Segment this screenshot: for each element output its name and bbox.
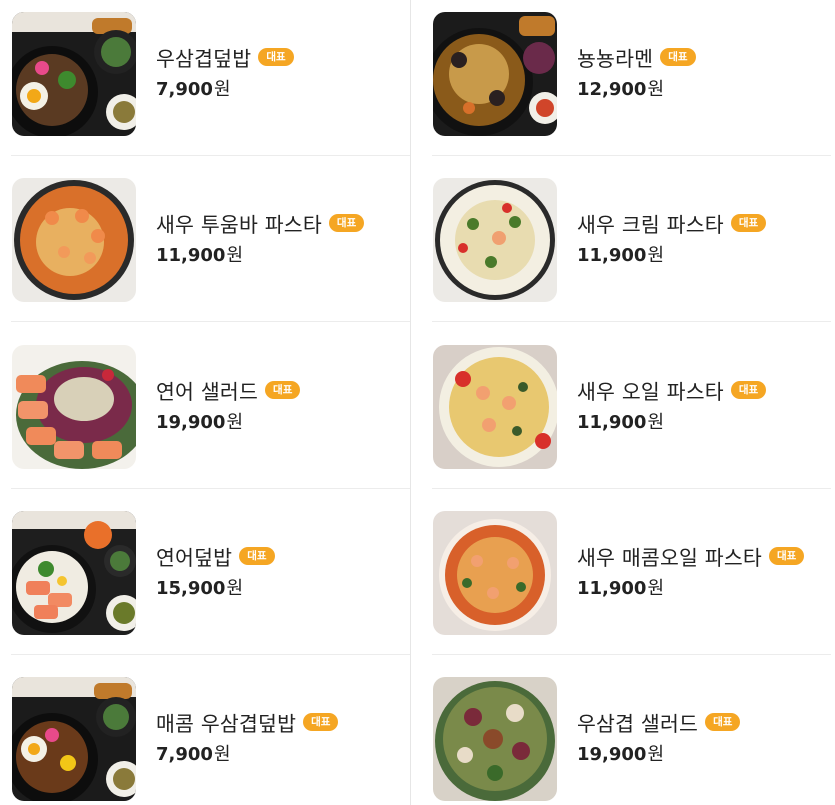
row-divider [432,488,831,489]
signature-badge: 대표 [730,214,767,232]
signature-badge: 대표 [328,214,365,232]
menu-item-name: 새우 크림 파스타 [577,213,724,237]
menu-item-price: 7,900원 [156,74,410,106]
row-divider [11,155,410,156]
menu-item-name: 새우 투움바 파스타 [156,213,322,237]
row-divider [11,654,410,655]
price-value: 19,900 [156,412,226,433]
menu-item[interactable]: 우삼겹 샐러드 대표 19,900원 [421,665,831,805]
menu-item-name: 매콤 우삼겹덮밥 [156,712,297,736]
menu-item[interactable]: 매콤 우삼겹덮밥 대표 7,900원 [0,665,410,805]
menu-item-price: 11,900원 [577,407,831,439]
menu-item-name: 새우 오일 파스타 [577,380,724,404]
row-divider [432,155,831,156]
menu-item-name: 뇽뇽라멘 [577,47,654,71]
menu-item[interactable]: 연어 샐러드 대표 19,900원 [0,333,410,489]
menu-item-name: 새우 매콤오일 파스타 [577,546,762,570]
column-divider [410,0,411,805]
menu-item-photo[interactable] [12,178,136,302]
menu-item-photo[interactable] [433,511,557,635]
menu-item[interactable]: 새우 오일 파스타 대표 11,900원 [421,333,831,489]
menu-item[interactable]: 연어덮밥 대표 15,900원 [0,499,410,655]
signature-badge: 대표 [660,48,696,66]
currency-unit: 원 [213,744,231,765]
menu-item-price: 11,900원 [156,240,410,272]
menu-item[interactable]: 새우 크림 파스타 대표 11,900원 [421,166,831,322]
menu-item-price: 11,900원 [577,573,831,605]
signature-badge: 대표 [730,381,767,399]
menu-item-price: 11,900원 [577,240,831,272]
menu-item-price: 12,900원 [577,74,831,106]
row-divider [432,321,831,322]
signature-badge: 대표 [258,48,294,66]
row-divider [11,321,410,322]
signature-badge: 대표 [705,713,741,731]
menu-item-photo[interactable] [433,12,557,136]
currency-unit: 원 [647,412,665,433]
currency-unit: 원 [647,744,665,765]
menu-item[interactable]: 뇽뇽라멘 대표 12,900원 [421,0,831,156]
currency-unit: 원 [226,578,244,599]
menu-item[interactable]: 새우 투움바 파스타 대표 11,900원 [0,166,410,322]
signature-badge: 대표 [768,547,805,565]
menu-item-photo[interactable] [12,677,136,801]
price-value: 15,900 [156,578,226,599]
menu-item-price: 7,900원 [156,739,410,771]
currency-unit: 원 [647,245,665,266]
menu-grid: 우삼겹덮밥 대표 7,900원 새우 투움바 파스타 대표 11,900원 연어… [0,0,835,805]
menu-item-photo[interactable] [12,345,136,469]
menu-item-price: 19,900원 [577,739,831,771]
menu-item-price: 15,900원 [156,573,410,605]
currency-unit: 원 [647,79,665,100]
signature-badge: 대표 [303,713,339,731]
currency-unit: 원 [213,79,231,100]
currency-unit: 원 [226,245,244,266]
signature-badge: 대표 [265,381,301,399]
menu-item[interactable]: 우삼겹덮밥 대표 7,900원 [0,0,410,156]
currency-unit: 원 [226,412,244,433]
signature-badge: 대표 [239,547,275,565]
price-value: 7,900 [156,79,213,100]
menu-item-price: 19,900원 [156,407,410,439]
menu-item-name: 연어덮밥 [156,546,233,570]
price-value: 7,900 [156,744,213,765]
price-value: 11,900 [577,578,647,599]
currency-unit: 원 [647,578,665,599]
price-value: 11,900 [577,412,647,433]
row-divider [11,488,410,489]
menu-item[interactable]: 새우 매콤오일 파스타 대표 11,900원 [421,499,831,655]
price-value: 11,900 [577,245,647,266]
menu-item-photo[interactable] [12,511,136,635]
price-value: 19,900 [577,744,647,765]
menu-item-photo[interactable] [433,178,557,302]
menu-item-photo[interactable] [12,12,136,136]
price-value: 11,900 [156,245,226,266]
menu-item-name: 우삼겹덮밥 [156,47,252,71]
row-divider [432,654,831,655]
menu-item-photo[interactable] [433,345,557,469]
menu-item-name: 연어 샐러드 [156,380,259,404]
price-value: 12,900 [577,79,647,100]
menu-item-name: 우삼겹 샐러드 [577,712,699,736]
menu-item-photo[interactable] [433,677,557,801]
